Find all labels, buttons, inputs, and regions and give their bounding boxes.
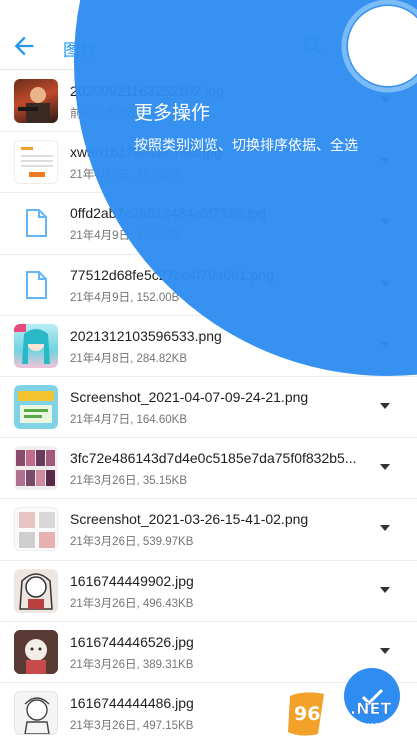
thumbnail-image	[14, 79, 58, 123]
file-name: 1616744449902.jpg	[70, 572, 194, 589]
search-icon[interactable]	[301, 34, 325, 58]
expand-caret-icon[interactable]	[380, 525, 390, 532]
expand-caret-icon[interactable]	[380, 586, 390, 593]
expand-caret-icon[interactable]	[380, 341, 390, 348]
expand-caret-icon[interactable]	[380, 158, 390, 165]
file-name: Screenshot_2021-04-07-09-24-21.png	[70, 388, 309, 405]
file-name: 20200921163252102.jpg	[70, 83, 224, 99]
file-meta: 前天11点25分	[70, 108, 141, 120]
thumbnail-image	[14, 384, 58, 429]
expand-caret-icon[interactable]	[380, 647, 390, 654]
file-list: 20200921163252102.jpg 前天11点25分 xwan16179…	[0, 71, 417, 743]
thumbnail-image	[14, 507, 58, 552]
thumbnail-image	[14, 629, 58, 674]
svg-text:.NET: .NET	[350, 699, 391, 718]
file-meta: 21年4月9日, 152.00B	[70, 291, 180, 304]
file-name: Screenshot_2021-03-26-15-41-02.png	[70, 511, 309, 528]
thumbnail-image	[14, 690, 58, 735]
page-title: 图片	[63, 41, 97, 61]
list-item[interactable]: 0ffd2ab7c28512434c6f7529.jpg 21年4月9日, 15…	[0, 193, 417, 255]
file-name: 2021312103596533.png	[70, 327, 222, 344]
grid-icon[interactable]	[345, 36, 365, 56]
file-meta: 21年3月26日, 539.97KB	[70, 536, 194, 549]
file-meta: 21年4月8日, 284.82KB	[70, 352, 187, 365]
thumbnail-image	[14, 446, 58, 491]
file-meta: 21年3月26日, 496.43KB	[70, 597, 194, 610]
file-name: 77512d68fe5c27cc4f79a0b1.png	[70, 266, 274, 283]
list-item[interactable]: 3fc72e486143d7d4e0c5185e7da75f0f832b5...…	[0, 438, 417, 500]
svg-text:乐游网: 乐游网	[354, 723, 393, 738]
list-item[interactable]: Screenshot_2021-03-26-15-41-02.png 21年3月…	[0, 499, 417, 561]
file-name: 3fc72e486143d7d4e0c5185e7da75f0f832b5...	[70, 450, 357, 467]
thumbnail-image	[14, 568, 58, 613]
more-vertical-icon[interactable]	[387, 34, 407, 58]
file-meta: 21年4月9日, 152.00B	[70, 230, 180, 243]
thumbnail-image	[14, 140, 58, 185]
list-item[interactable]: 77512d68fe5c27cc4f79a0b1.png 21年4月9日, 15…	[0, 255, 417, 316]
file-name: 1616744444486.jpg	[70, 694, 194, 711]
back-arrow-icon[interactable]	[10, 32, 38, 60]
svg-text:962: 962	[294, 703, 334, 725]
list-item[interactable]: Screenshot_2021-04-07-09-24-21.png 21年4月…	[0, 377, 417, 439]
expand-caret-icon[interactable]	[380, 464, 390, 471]
file-meta: 21年4月9日, 15.55KB	[70, 169, 181, 182]
app-bar: 图片	[0, 0, 417, 70]
file-meta: 21年3月26日, 497.15KB	[70, 719, 194, 732]
expand-caret-icon[interactable]	[380, 97, 390, 103]
file-name: 1616744446526.jpg	[70, 633, 194, 650]
expand-caret-icon[interactable]	[380, 402, 390, 409]
file-meta: 21年4月7日, 164.60KB	[70, 413, 187, 426]
file-icon	[26, 209, 47, 238]
overlay-title: 更多操作	[134, 102, 211, 124]
file-name: 0ffd2ab7c28512434c6f7529.jpg	[70, 205, 266, 222]
file-meta: 21年3月26日, 389.31KB	[70, 658, 194, 671]
watermark-logo: 962 .NET 乐游网	[288, 692, 393, 738]
expand-caret-icon[interactable]	[380, 280, 390, 287]
file-meta: 21年3月26日, 35.15KB	[70, 475, 187, 488]
thumbnail-image	[14, 323, 58, 368]
expand-caret-icon[interactable]	[380, 219, 390, 226]
overlay-description: 按照类别浏览、切换排序依据、全选	[134, 138, 358, 154]
list-item[interactable]: 2021312103596533.png 21年4月8日, 284.82KB	[0, 316, 417, 377]
file-icon	[26, 270, 47, 299]
list-item[interactable]: 1616744449902.jpg 21年3月26日, 496.43KB	[0, 561, 417, 622]
